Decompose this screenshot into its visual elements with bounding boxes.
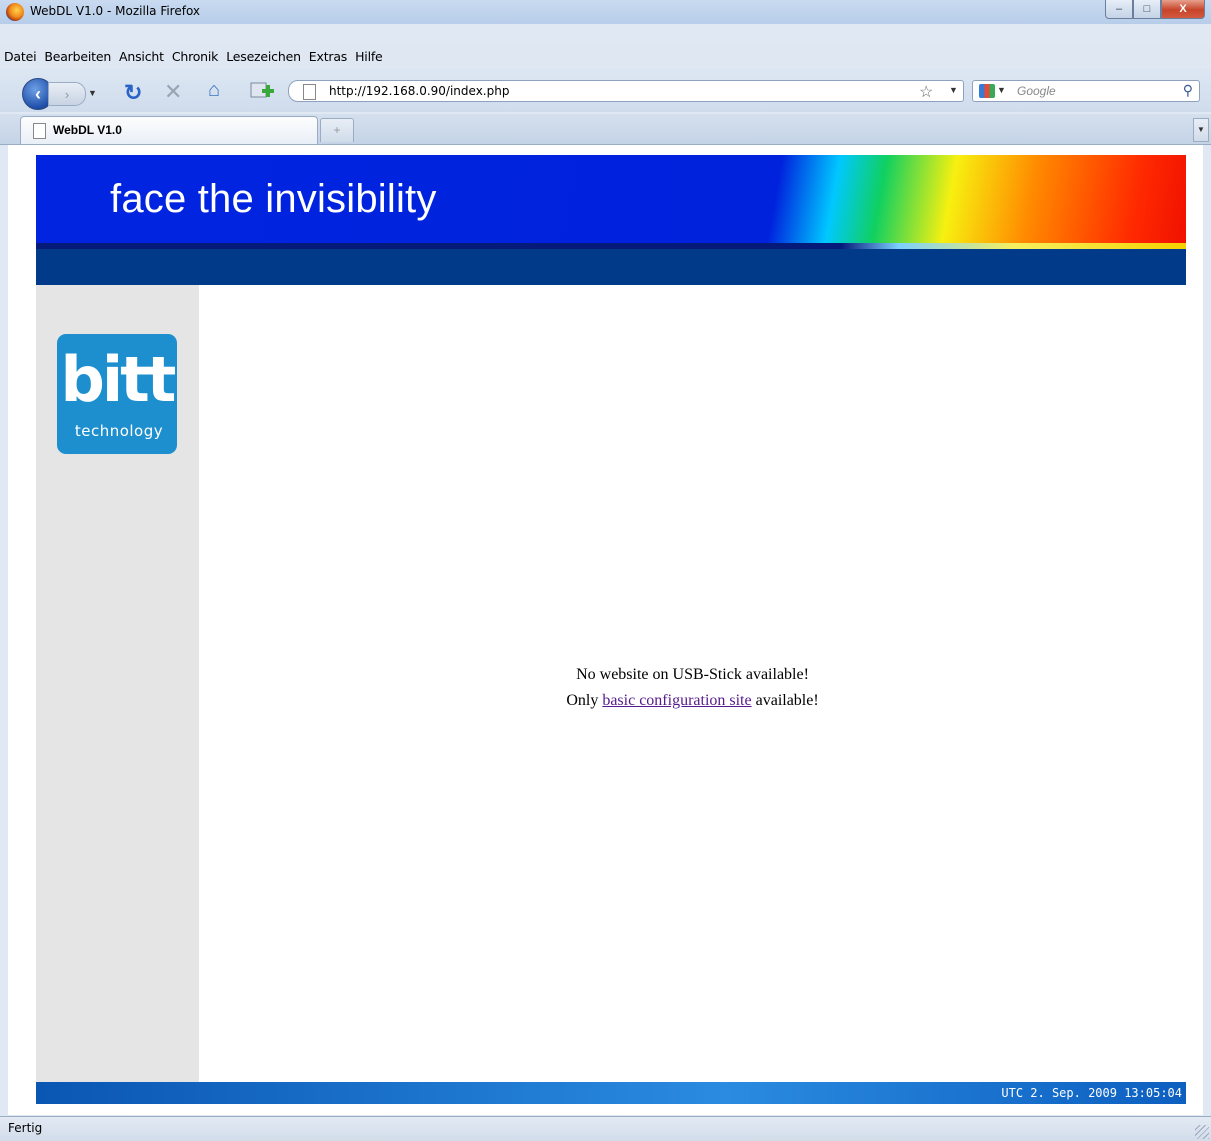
menu-ansicht[interactable]: Ansicht (119, 49, 164, 64)
maximize-button[interactable]: □ (1133, 0, 1161, 19)
status-bar: Fertig (0, 1116, 1211, 1141)
close-icon: X (1179, 3, 1187, 15)
status-message: No website on USB-Stick available! Only … (199, 662, 1186, 714)
menu-chronik[interactable]: Chronik (172, 49, 219, 64)
menu-bearbeiten[interactable]: Bearbeiten (44, 49, 111, 64)
plus-icon: + (333, 123, 341, 137)
page-footer: UTC 2. Sep. 2009 13:05:04 (36, 1082, 1186, 1104)
footer-timestamp: UTC 2. Sep. 2009 13:05:04 (1001, 1086, 1182, 1100)
resize-grip[interactable] (1195, 1125, 1209, 1139)
menu-lesezeichen[interactable]: Lesezeichen (226, 49, 301, 64)
basic-configuration-link[interactable]: basic configuration site (602, 692, 751, 709)
page-icon (33, 123, 46, 139)
url-bar[interactable]: http://192.168.0.90/index.php ☆ ▼ (288, 80, 964, 102)
home-icon[interactable]: ⌂ (208, 79, 220, 102)
history-dropdown-icon[interactable]: ▼ (88, 88, 97, 98)
firefox-icon (6, 3, 24, 21)
page-content: face the invisibility bitt technology No… (8, 145, 1203, 1115)
message-line-2: Only basic configuration site available! (199, 688, 1186, 714)
window-title: WebDL V1.0 - Mozilla Firefox (30, 4, 201, 18)
tab-label: WebDL V1.0 (53, 123, 122, 137)
minimize-icon: – (1115, 3, 1123, 15)
maximize-icon: □ (1143, 3, 1151, 15)
menu-hilfe[interactable]: Hilfe (355, 49, 383, 64)
tab-webdl[interactable]: WebDL V1.0 (20, 116, 318, 144)
url-input[interactable]: http://192.168.0.90/index.php (329, 84, 509, 98)
star-icon[interactable]: ☆ (919, 82, 933, 102)
search-bar[interactable]: ▼ Google ⚲ (972, 80, 1200, 102)
forward-arrow-icon: › (64, 86, 70, 102)
search-engine-dropdown-icon[interactable]: ▼ (997, 85, 1006, 95)
header-banner: face the invisibility (36, 155, 1186, 249)
stop-icon[interactable]: ✕ (164, 79, 182, 105)
message-suffix: available! (751, 692, 819, 709)
title-bar: WebDL V1.0 - Mozilla Firefox – □ X (0, 0, 1211, 24)
menu-extras[interactable]: Extras (309, 49, 348, 64)
tab-list-button[interactable]: ▼ (1193, 118, 1209, 142)
minimize-button[interactable]: – (1105, 0, 1133, 19)
reload-icon[interactable]: ↻ (124, 80, 142, 106)
back-arrow-icon: ‹ (35, 83, 41, 104)
window-controls: – □ X (1105, 0, 1205, 20)
close-button[interactable]: X (1161, 0, 1205, 19)
chevron-down-icon: ▼ (1197, 125, 1205, 134)
bookmark-add-icon[interactable] (250, 81, 274, 101)
url-dropdown-icon[interactable]: ▼ (949, 85, 958, 95)
tab-bar: WebDL V1.0 + ▼ (0, 114, 1211, 145)
sidebar: bitt technology (36, 285, 199, 1082)
new-tab-button[interactable]: + (320, 118, 354, 142)
magnifier-icon[interactable]: ⚲ (1183, 82, 1193, 99)
navigation-toolbar: ‹ › ▼ ↻ ✕ ⌂ http://192.168.0.90/index.ph… (0, 68, 1211, 112)
logo-wordmark: bitt (60, 343, 177, 416)
browser-window: WebDL V1.0 - Mozilla Firefox – □ X Datei… (0, 0, 1211, 1141)
search-input[interactable]: Google (1017, 84, 1056, 98)
header-subbar (36, 249, 1186, 285)
menu-bar: Datei Bearbeiten Ansicht Chronik Lesezei… (0, 46, 1211, 66)
status-text: Fertig (8, 1121, 43, 1135)
google-icon[interactable] (979, 84, 995, 98)
bitt-technology-logo: bitt technology (57, 334, 177, 454)
logo-subtitle: technology (74, 422, 164, 440)
message-line-1: No website on USB-Stick available! (576, 666, 809, 683)
forward-button[interactable]: › (48, 82, 86, 106)
message-prefix: Only (566, 692, 603, 709)
banner-slogan: face the invisibility (110, 177, 437, 221)
menu-datei[interactable]: Datei (4, 49, 37, 64)
page-icon (303, 84, 316, 100)
